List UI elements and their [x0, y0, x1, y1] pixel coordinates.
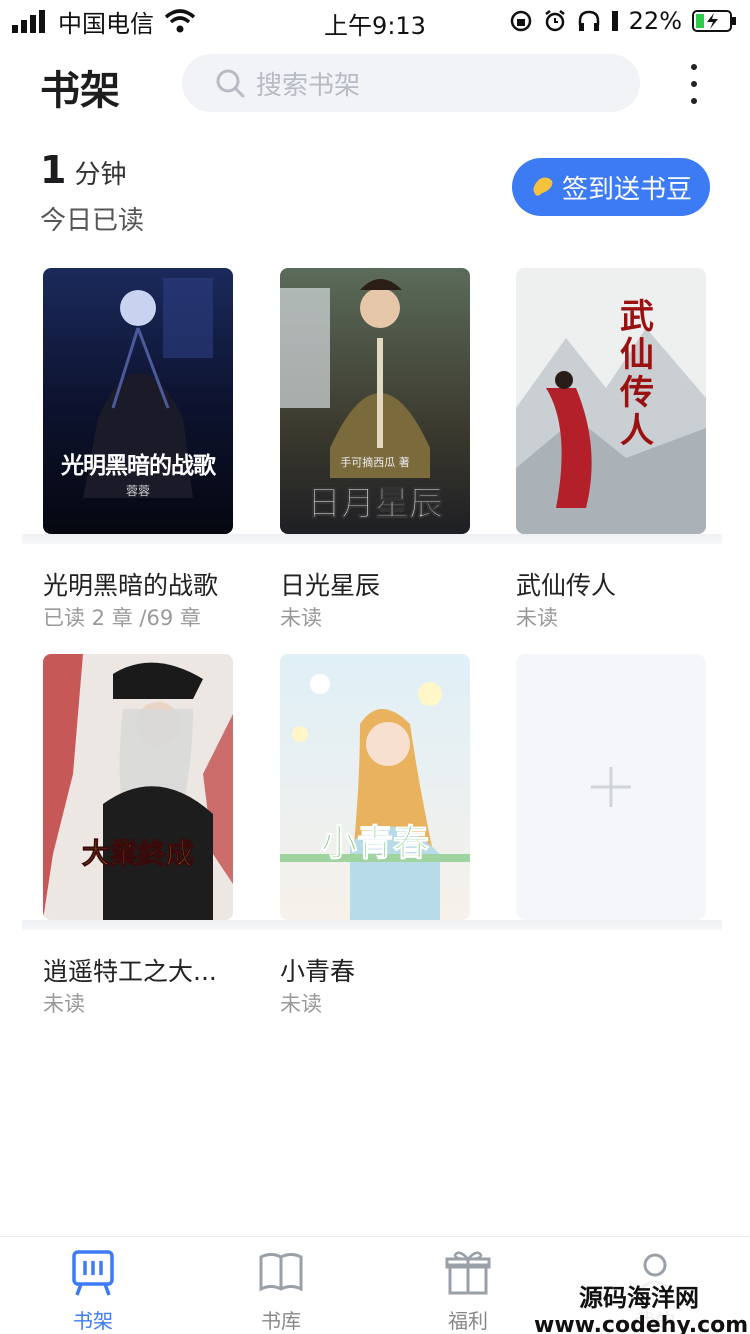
book-cover-art [516, 268, 706, 534]
header: 书架 搜索书架 [0, 52, 750, 116]
book-progress: 未读 [516, 606, 558, 630]
minutes-value: 1 [40, 148, 67, 192]
book-cover[interactable]: 小青春 [280, 654, 470, 920]
watermark-line2: www.codehy.com [534, 1313, 749, 1334]
open-book-icon [259, 1253, 303, 1292]
battery-saver-bar-icon [611, 11, 618, 31]
shelf-divider [22, 534, 722, 544]
more-dot-icon [691, 64, 697, 70]
signin-button[interactable]: 签到送书豆 [512, 158, 710, 216]
battery-charging-icon [692, 10, 736, 32]
app-root: 中国电信 上午9:13 22% 书架 搜索书架 1 分钟 今日已读 签到送书豆 … [0, 0, 750, 1334]
tab-label: 福利 [448, 1309, 488, 1333]
cover-title: 日月星辰 [307, 484, 444, 525]
rotation-lock-icon [510, 10, 531, 32]
signin-label: 签到送书豆 [561, 174, 692, 205]
book-title: 日光星辰 [280, 571, 381, 600]
search-icon [216, 69, 245, 98]
book-title: 武仙传人 [516, 571, 617, 600]
bookshelf-icon [72, 1250, 114, 1296]
tab-welfare[interactable]: 福利 [418, 1249, 518, 1334]
page-title: 书架 [40, 68, 120, 114]
cover-title: 小青春 [320, 823, 429, 865]
minutes-row: 1 分钟 [40, 148, 144, 192]
cover-title: 大業終成 [81, 837, 194, 871]
watermark: 源码海洋网 www.codehy.com [534, 1278, 749, 1334]
alarm-icon [544, 10, 565, 32]
today-read-label: 今日已读 [40, 206, 145, 236]
book-progress: 已读 2 章 /69 章 [43, 606, 201, 630]
watermark-line1: 源码海洋网 [579, 1284, 699, 1312]
more-dot-icon [691, 98, 697, 104]
plus-icon [591, 767, 631, 807]
book-title: 小青春 [280, 957, 356, 986]
book-cover-art [280, 654, 470, 920]
reading-stats: 1 分钟 今日已读 [40, 148, 144, 237]
tab-label: 书库 [261, 1309, 301, 1333]
headphones-icon [578, 10, 599, 31]
search-input[interactable]: 搜索书架 [182, 54, 640, 112]
book-progress: 未读 [280, 992, 322, 1016]
battery-percent: 22% [628, 7, 682, 35]
cover-author: 蓉蓉 [125, 484, 150, 498]
add-book-button[interactable] [516, 654, 706, 920]
bean-icon [533, 177, 553, 196]
status-bar: 中国电信 上午9:13 22% [0, 0, 750, 44]
book-cover[interactable]: 大業終成 [43, 654, 233, 920]
cover-title: 光明黑暗的战歌 [61, 453, 216, 479]
book-cover-art [43, 654, 233, 920]
book-cover[interactable]: 手可摘西瓜 著 日月星辰 [280, 268, 470, 534]
more-menu-button[interactable] [686, 64, 702, 104]
tab-library[interactable]: 书库 [231, 1249, 331, 1334]
cover-author: 手可摘西瓜 著 [340, 456, 410, 469]
minutes-unit: 分钟 [74, 160, 127, 190]
book-cover[interactable]: 武仙传人 [516, 268, 706, 534]
book-cover[interactable]: 光明黑暗的战歌 蓉蓉 [43, 268, 233, 534]
tab-label: 书架 [73, 1309, 113, 1333]
cover-title: 武仙传人 [620, 297, 654, 451]
book-title: 逍遥特工之大... [43, 957, 217, 986]
more-dot-icon [691, 81, 697, 87]
shelf-divider [22, 920, 722, 930]
status-right: 22% [509, 6, 738, 36]
search-placeholder: 搜索书架 [256, 70, 361, 101]
book-title: 光明黑暗的战歌 [43, 571, 219, 600]
gift-icon [445, 1251, 491, 1295]
book-progress: 未读 [43, 992, 85, 1016]
book-progress: 未读 [280, 606, 322, 630]
tab-bookshelf[interactable]: 书架 [43, 1249, 143, 1334]
